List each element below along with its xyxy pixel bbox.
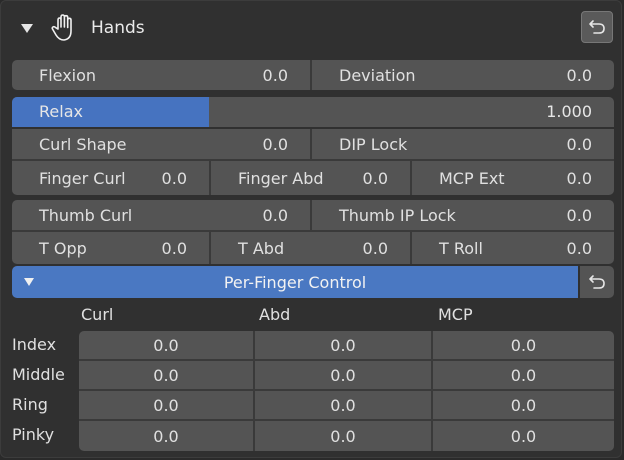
- curl-shape-label: Curl Shape: [39, 134, 127, 154]
- thumb-ip-lock-field[interactable]: Thumb IP Lock 0.0: [312, 200, 614, 230]
- dip-lock-value: 0.0: [566, 134, 592, 154]
- t-abd-value: 0.0: [362, 238, 388, 258]
- t-roll-field[interactable]: T Roll 0.0: [412, 232, 614, 264]
- pinky-curl-field[interactable]: 0.0: [79, 421, 255, 451]
- t-opp-value: 0.0: [161, 238, 187, 258]
- thumb-curl-field[interactable]: Thumb Curl 0.0: [12, 200, 312, 230]
- row-label-pinky: Pinky: [12, 425, 55, 444]
- per-finger-control-label: Per-Finger Control: [223, 272, 367, 292]
- column-header-curl: Curl: [81, 305, 114, 324]
- index-curl-field[interactable]: 0.0: [79, 331, 255, 361]
- per-finger-control-toggle[interactable]: Per-Finger Control: [12, 266, 578, 298]
- middle-mcp-field[interactable]: 0.0: [433, 361, 614, 391]
- per-finger-control-header: Per-Finger Control: [12, 266, 614, 298]
- thumb-curl-value: 0.0: [262, 205, 288, 225]
- finger-abd-value: 0.0: [362, 168, 388, 188]
- row-label-middle: Middle: [12, 365, 65, 384]
- mcp-ext-value: 0.0: [566, 168, 592, 188]
- deviation-field[interactable]: Deviation 0.0: [312, 60, 614, 90]
- deviation-value: 0.0: [566, 65, 592, 85]
- panel-title: Hands: [91, 18, 145, 38]
- ring-abd-field[interactable]: 0.0: [255, 391, 433, 421]
- per-finger-grid: 0.0 0.0 0.0 0.0 0.0 0.0 0.0 0.0 0.0 0.0 …: [79, 331, 614, 451]
- collapse-triangle-icon[interactable]: [21, 23, 33, 33]
- thumb-group: Thumb Curl 0.0 Thumb IP Lock 0.0 T Opp 0…: [12, 200, 614, 264]
- t-abd-label: T Abd: [238, 238, 285, 258]
- per-finger-reset-button[interactable]: [580, 266, 614, 298]
- finger-abd-field[interactable]: Finger Abd 0.0: [211, 161, 412, 195]
- row-label-index: Index: [12, 335, 57, 354]
- pinky-mcp-field[interactable]: 0.0: [433, 421, 614, 451]
- flexion-deviation-group: Flexion 0.0 Deviation 0.0: [12, 60, 614, 90]
- panel-header[interactable]: Hands: [11, 9, 615, 47]
- hand-icon: [49, 13, 79, 43]
- curl-shape-field[interactable]: Curl Shape 0.0: [12, 129, 312, 159]
- thumb-ip-lock-label: Thumb IP Lock: [339, 205, 456, 225]
- panel-reset-button[interactable]: [581, 11, 613, 43]
- mcp-ext-field[interactable]: MCP Ext 0.0: [412, 161, 614, 195]
- relax-slider[interactable]: Relax 1.000: [12, 97, 614, 127]
- dip-lock-label: DIP Lock: [339, 134, 408, 154]
- t-opp-label: T Opp: [39, 238, 87, 258]
- hands-panel: Hands Flexion 0.0 Deviation 0.0 Relax 1.…: [0, 0, 622, 458]
- curl-group: Curl Shape 0.0 DIP Lock 0.0 Finger Curl …: [12, 129, 614, 195]
- ring-mcp-field[interactable]: 0.0: [433, 391, 614, 421]
- finger-curl-label: Finger Curl: [39, 168, 126, 188]
- undo-icon: [589, 275, 605, 289]
- flexion-label: Flexion: [39, 65, 97, 85]
- ring-curl-field[interactable]: 0.0: [79, 391, 255, 421]
- relax-value: 1.000: [546, 102, 592, 121]
- index-abd-field[interactable]: 0.0: [255, 331, 433, 361]
- flexion-field[interactable]: Flexion 0.0: [12, 60, 312, 90]
- dip-lock-field[interactable]: DIP Lock 0.0: [312, 129, 614, 159]
- undo-icon: [589, 20, 605, 34]
- row-label-ring: Ring: [12, 395, 48, 414]
- middle-curl-field[interactable]: 0.0: [79, 361, 255, 391]
- pinky-abd-field[interactable]: 0.0: [255, 421, 433, 451]
- t-roll-label: T Roll: [439, 238, 483, 258]
- mcp-ext-label: MCP Ext: [439, 168, 505, 188]
- middle-abd-field[interactable]: 0.0: [255, 361, 433, 391]
- t-abd-field[interactable]: T Abd 0.0: [211, 232, 412, 264]
- t-opp-field[interactable]: T Opp 0.0: [12, 232, 211, 264]
- deviation-label: Deviation: [339, 65, 416, 85]
- finger-curl-value: 0.0: [161, 168, 187, 188]
- flexion-value: 0.0: [262, 65, 288, 85]
- finger-abd-label: Finger Abd: [238, 168, 324, 188]
- index-mcp-field[interactable]: 0.0: [433, 331, 614, 361]
- thumb-ip-lock-value: 0.0: [566, 205, 592, 225]
- column-header-mcp: MCP: [438, 305, 473, 324]
- column-header-abd: Abd: [259, 305, 291, 324]
- t-roll-value: 0.0: [566, 238, 592, 258]
- curl-shape-value: 0.0: [262, 134, 288, 154]
- relax-label: Relax: [39, 102, 83, 121]
- finger-curl-field[interactable]: Finger Curl 0.0: [12, 161, 211, 195]
- thumb-curl-label: Thumb Curl: [39, 205, 133, 225]
